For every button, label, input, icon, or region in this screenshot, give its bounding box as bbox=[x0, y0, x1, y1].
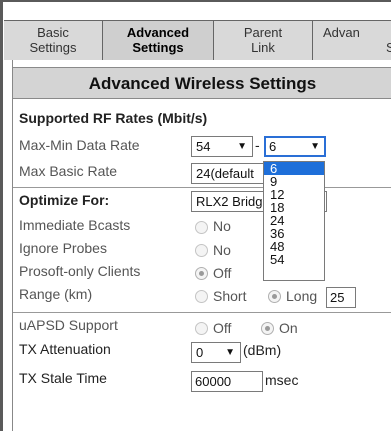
tab-label-line2: Link bbox=[251, 40, 275, 55]
range-short-radio[interactable] bbox=[195, 290, 208, 303]
tx-stale-time-unit: msec bbox=[265, 372, 299, 388]
tab-basic-settings[interactable]: Basic Settings bbox=[4, 21, 102, 60]
immediate-bcasts-label: Immediate Bcasts bbox=[19, 217, 131, 233]
range-km-input[interactable]: 25 bbox=[326, 287, 356, 308]
max-basic-rate-label: Max Basic Rate bbox=[19, 163, 118, 179]
tab-label-line2: S bbox=[323, 40, 391, 55]
uapsd-off-label: Off bbox=[213, 320, 232, 336]
optimize-for-value: RLX2 Bridge bbox=[196, 194, 270, 209]
rate-dash: - bbox=[255, 137, 260, 153]
min-rate-dropdown-list: 6 9 12 18 24 36 48 54 bbox=[263, 161, 325, 281]
tab-label-line1: Basic bbox=[37, 25, 69, 40]
tx-attenuation-unit: (dBm) bbox=[243, 342, 282, 358]
ignore-probes-no-label: No bbox=[213, 242, 231, 258]
chevron-down-icon: ▼ bbox=[225, 347, 235, 358]
tab-label-line2: Settings bbox=[132, 40, 184, 55]
tab-label-line1: Advan bbox=[323, 25, 360, 40]
ignore-probes-no-radio[interactable] bbox=[195, 244, 208, 257]
tab-bar: Basic Settings Advanced Settings Parent … bbox=[4, 20, 391, 60]
immediate-bcasts-no-radio[interactable] bbox=[195, 221, 208, 234]
max-rate-value: 54 bbox=[196, 139, 211, 154]
tab-label-line1: Advanced bbox=[126, 25, 190, 40]
tab-label-line1: Parent bbox=[243, 25, 283, 40]
divider bbox=[13, 312, 391, 313]
prosoft-clients-off-radio[interactable] bbox=[195, 267, 208, 280]
tx-attenuation-label: TX Attenuation bbox=[19, 341, 111, 357]
ignore-probes-label: Ignore Probes bbox=[19, 240, 107, 256]
tx-attenuation-value: 0 bbox=[196, 345, 204, 360]
uapsd-off-radio[interactable] bbox=[195, 322, 208, 335]
uapsd-label: uAPSD Support bbox=[19, 317, 118, 333]
page-title: Advanced Wireless Settings bbox=[13, 67, 391, 99]
min-rate-value: 6 bbox=[269, 139, 277, 154]
chevron-down-icon: ▼ bbox=[310, 141, 320, 152]
max-min-rate-label: Max-Min Data Rate bbox=[19, 137, 140, 153]
range-long-label: Long bbox=[286, 288, 318, 304]
optimize-for-label: Optimize For: bbox=[19, 192, 110, 208]
immediate-bcasts-no-label: No bbox=[213, 218, 231, 234]
prosoft-clients-label: Prosoft-only Clients bbox=[19, 263, 141, 279]
tx-attenuation-select[interactable]: 0 ▼ bbox=[191, 342, 241, 363]
uapsd-on-label: On bbox=[279, 320, 298, 336]
tx-stale-time-label: TX Stale Time bbox=[19, 370, 107, 386]
min-rate-select[interactable]: 6 ▼ bbox=[264, 136, 326, 157]
rf-rates-header: Supported RF Rates (Mbit/s) bbox=[19, 110, 208, 126]
chevron-down-icon: ▼ bbox=[237, 141, 247, 152]
uapsd-on-radio[interactable] bbox=[261, 322, 274, 335]
divider bbox=[13, 187, 391, 188]
settings-panel: Advanced Wireless Settings Supported RF … bbox=[12, 60, 391, 431]
tab-label-line2: Settings bbox=[29, 40, 77, 55]
tab-advanced-settings[interactable]: Advanced Settings bbox=[102, 21, 213, 60]
range-short-label: Short bbox=[213, 288, 247, 304]
range-label: Range (km) bbox=[19, 286, 93, 302]
max-basic-rate-value: 24(default bbox=[196, 166, 254, 181]
tx-stale-time-input[interactable]: 60000 bbox=[191, 371, 263, 392]
range-long-radio[interactable] bbox=[268, 290, 281, 303]
min-rate-option[interactable]: 54 bbox=[264, 253, 324, 266]
tab-advanced-truncated[interactable]: Advan S bbox=[312, 21, 391, 60]
tab-parent-link[interactable]: Parent Link bbox=[213, 21, 312, 60]
max-rate-select[interactable]: 54 ▼ bbox=[191, 136, 253, 157]
prosoft-clients-off-label: Off bbox=[213, 265, 232, 281]
